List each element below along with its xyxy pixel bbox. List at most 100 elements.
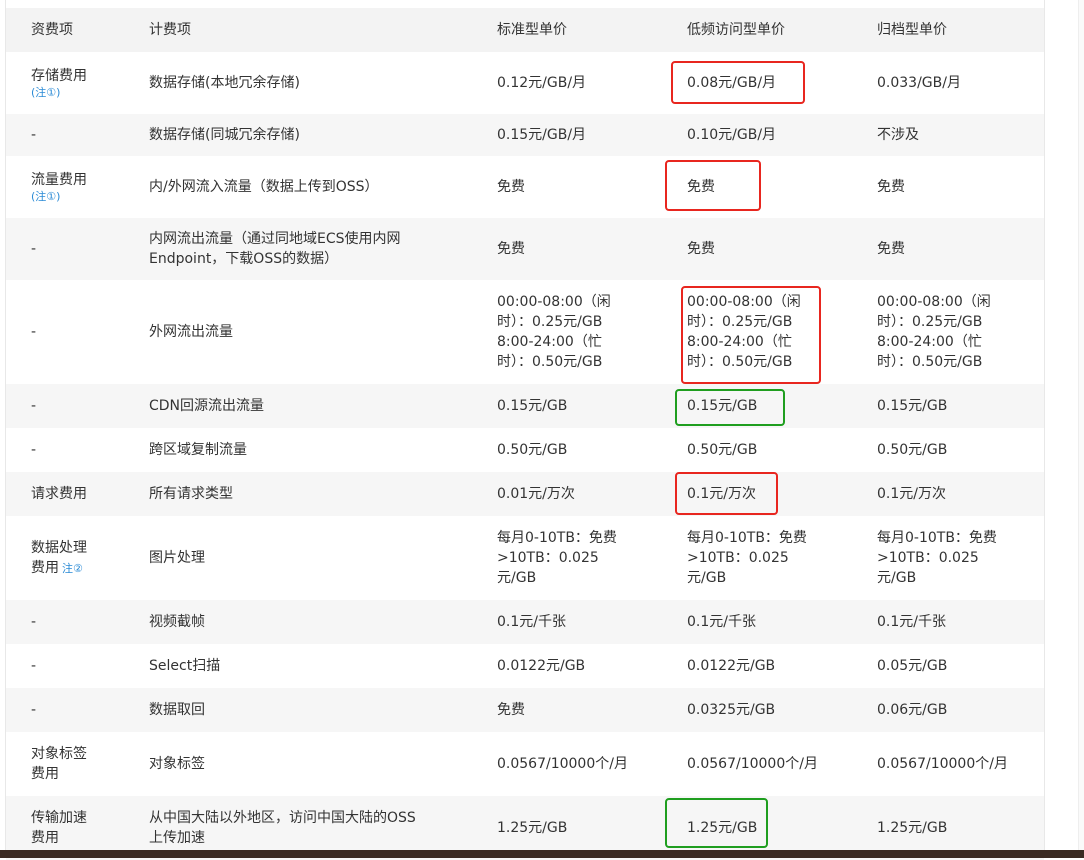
cell-category: 流量费用 (注①) [6, 156, 149, 218]
cell-ia-price-text: 0.0567/10000个/月 [687, 756, 818, 772]
cell-item-text: 跨区域复制流量 [149, 442, 247, 458]
category-text: 费用 [31, 830, 59, 846]
cell-archive-price-text: 00:00-08:00（闲 [877, 294, 991, 310]
cell-standard-price-text: 时）：0.50元/GB [497, 354, 603, 370]
category-text: - [31, 241, 37, 257]
cell-standard-price-text: 每月0-10TB：免费 [497, 530, 617, 546]
cell-standard-price: 0.15元/GB [497, 384, 687, 428]
category-text: 费用 [31, 559, 59, 576]
cell-standard-price-text: 0.0122元/GB [497, 658, 586, 674]
cell-ia-price: 0.0325元/GB [687, 688, 877, 732]
cell-archive-price-text: 0.0567/10000个/月 [877, 756, 1008, 772]
category-text: 请求费用 [31, 486, 87, 502]
cell-ia-price-text: 0.1元/千张 [687, 614, 756, 630]
cell-standard-price-text: 1.25元/GB [497, 820, 568, 836]
cell-standard-price: 0.0567/10000个/月 [497, 732, 687, 796]
cell-item: 所有请求类型 [149, 472, 497, 516]
taskbar-strip [0, 850, 1084, 858]
cell-ia-price-text: 0.10元/GB/月 [687, 127, 777, 143]
cell-standard-price: 0.1元/千张 [497, 600, 687, 644]
header-item: 计费项 [149, 8, 497, 52]
cell-archive-price-text: 0.033/GB/月 [877, 75, 961, 91]
cell-item-text: 图片处理 [149, 550, 205, 566]
cell-ia-price: 0.50元/GB [687, 428, 877, 472]
category-text: - [31, 442, 37, 458]
cell-standard-price-text: 0.50元/GB [497, 442, 568, 458]
cell-category: - [6, 384, 149, 428]
footnote-link[interactable]: (注①) [31, 86, 149, 100]
pricing-table: 资费项 计费项 标准型单价 低频访问型单价 归档型单价 存储费用 (注①) 数据存储… [6, 8, 1044, 860]
cell-archive-price: 0.1元/万次 [877, 472, 1044, 516]
footnote-link[interactable]: 注② [62, 562, 83, 575]
cell-item: 数据取回 [149, 688, 497, 732]
table-row: - CDN回源流出流量 0.15元/GB 0.15元/GB 0.15元/GB [6, 384, 1044, 428]
cell-ia-price-text: 0.15元/GB [687, 398, 758, 414]
cell-category: - [6, 688, 149, 732]
cell-standard-price-text: 0.0567/10000个/月 [497, 756, 628, 772]
cell-archive-price-text: 0.05元/GB [877, 658, 948, 674]
cell-archive-price: 不涉及 [877, 114, 1044, 156]
cell-archive-price: 0.0567/10000个/月 [877, 732, 1044, 796]
cell-ia-price: 0.15元/GB [687, 384, 877, 428]
cell-item-text: 视频截帧 [149, 614, 205, 630]
cell-item-text: 从中国大陆以外地区，访问中国大陆的OSS [149, 810, 416, 826]
cell-standard-price: 0.01元/万次 [497, 472, 687, 516]
cell-archive-price-text: 0.50元/GB [877, 442, 948, 458]
cell-archive-price: 0.05元/GB [877, 644, 1044, 688]
cell-ia-price-text: 0.1元/万次 [687, 486, 756, 502]
cell-standard-price: 免费 [497, 156, 687, 218]
category-text: - [31, 658, 37, 674]
table-row: - 视频截帧 0.1元/千张 0.1元/千张 0.1元/千张 [6, 600, 1044, 644]
table-row: - 数据取回 免费 0.0325元/GB 0.06元/GB [6, 688, 1044, 732]
cell-standard-price-text: 免费 [497, 179, 525, 195]
table-row: - Select扫描 0.0122元/GB 0.0122元/GB 0.05元/GB [6, 644, 1044, 688]
vertical-scrollbar[interactable] [1078, 0, 1084, 850]
table-row: - 数据存储(同城冗余存储) 0.15元/GB/月 0.10元/GB/月 不涉及 [6, 114, 1044, 156]
cell-archive-price-text: 0.15元/GB [877, 398, 948, 414]
category-text: 费用 [31, 766, 59, 782]
pricing-panel: 资费项 计费项 标准型单价 低频访问型单价 归档型单价 存储费用 (注①) 数据存储… [5, 0, 1045, 860]
cell-item-text: 内/外网流入流量（数据上传到OSS） [149, 179, 379, 195]
cell-item-text: 数据存储(本地冗余存储) [149, 75, 300, 91]
cell-ia-price-text: 免费 [687, 179, 715, 195]
table-row: 请求费用 所有请求类型 0.01元/万次 0.1元/万次 0.1元/万次 [6, 472, 1044, 516]
table-row: - 内网流出流量（通过同地域ECS使用内网 Endpoint，下载OSS的数据） 免费… [6, 218, 1044, 280]
cell-standard-price-text: 8:00-24:00（忙 [497, 334, 602, 350]
cell-archive-price: 每月0-10TB：免费 >10TB：0.025 元/GB [877, 516, 1044, 600]
cell-item-text: Select扫描 [149, 658, 221, 674]
cell-item-text: 外网流出流量 [149, 324, 233, 340]
cell-standard-price: 0.0122元/GB [497, 644, 687, 688]
category-text: - [31, 702, 37, 718]
cell-archive-price-text: >10TB：0.025 [877, 550, 979, 566]
cell-archive-price: 0.06元/GB [877, 688, 1044, 732]
cell-category: - [6, 114, 149, 156]
cell-standard-price-text: 00:00-08:00（闲 [497, 294, 611, 310]
cell-ia-price-text: 00:00-08:00（闲 [687, 294, 801, 310]
cell-archive-price-text: 0.1元/千张 [877, 614, 946, 630]
cell-archive-price-text: 不涉及 [877, 127, 919, 143]
footnote-link[interactable]: (注①) [31, 190, 149, 204]
cell-category: - [6, 644, 149, 688]
category-text: 费用 注② [31, 558, 149, 579]
category-text: - [31, 324, 37, 340]
cell-ia-price-text: 免费 [687, 241, 715, 257]
cell-standard-price-text: >10TB：0.025 [497, 550, 599, 566]
cell-archive-price-text: 0.06元/GB [877, 702, 948, 718]
cell-item-text: 数据存储(同城冗余存储) [149, 127, 300, 143]
cell-standard-price-text: 0.15元/GB/月 [497, 127, 587, 143]
cell-archive-price-text: 0.1元/万次 [877, 486, 946, 502]
cell-standard-price-text: 0.1元/千张 [497, 614, 566, 630]
cell-item: 对象标签 [149, 732, 497, 796]
cell-item-text: 所有请求类型 [149, 486, 233, 502]
cell-archive-price-text: 时）：0.25元/GB [877, 314, 983, 330]
header-archive-price: 归档型单价 [877, 8, 1044, 52]
cell-ia-price-text: 8:00-24:00（忙 [687, 334, 792, 350]
cell-ia-price: 0.1元/千张 [687, 600, 877, 644]
table-row: - 跨区域复制流量 0.50元/GB 0.50元/GB 0.50元/GB [6, 428, 1044, 472]
cell-archive-price-text: 免费 [877, 179, 905, 195]
cell-standard-price-text: 免费 [497, 241, 525, 257]
cell-standard-price: 免费 [497, 688, 687, 732]
cell-item: 外网流出流量 [149, 280, 497, 384]
cell-ia-price-text: >10TB：0.025 [687, 550, 789, 566]
cell-category: - [6, 280, 149, 384]
